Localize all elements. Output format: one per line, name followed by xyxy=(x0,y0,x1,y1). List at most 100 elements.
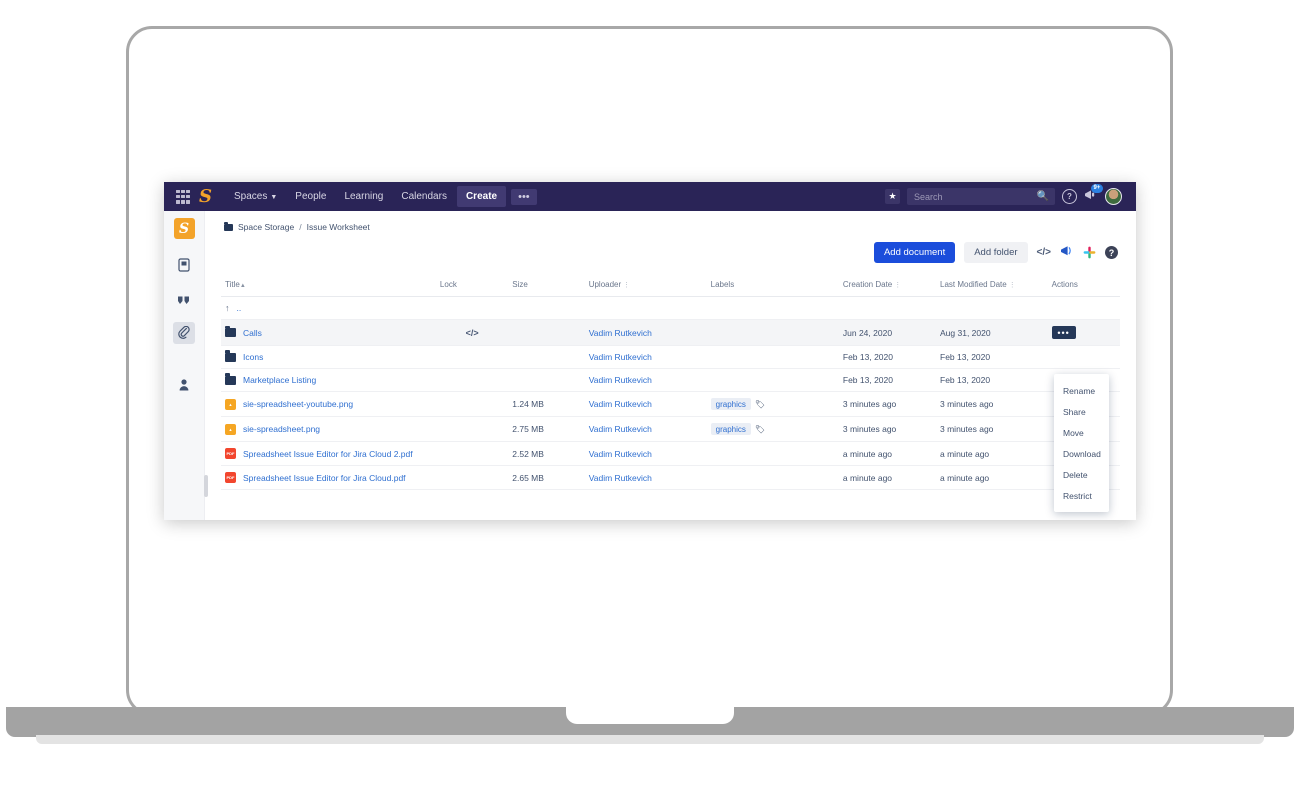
tag-icon[interactable]: 🏷 xyxy=(755,400,765,409)
column-header-last-modified-label: Last Modified Date xyxy=(940,280,1007,289)
megaphone-glyph xyxy=(1060,245,1074,257)
cell-title: PDFSpreadsheet Issue Editor for Jira Clo… xyxy=(221,466,436,490)
nav-more-button[interactable]: ••• xyxy=(511,189,537,205)
brand-logo-icon[interactable]: S xyxy=(199,188,212,206)
cell-creation-date: Feb 13, 2020 xyxy=(839,346,936,369)
uploader-link[interactable]: Vadim Rutkevich xyxy=(589,328,652,338)
column-header-uploader[interactable]: Uploader⋮ xyxy=(585,277,707,297)
laptop-foot xyxy=(36,735,1264,744)
menu-item-restrict[interactable]: Restrict xyxy=(1054,485,1109,506)
table-row[interactable]: PDFSpreadsheet Issue Editor for Jira Clo… xyxy=(221,442,1120,466)
code-brackets-icon[interactable]: </> xyxy=(466,328,479,338)
arrow-up-icon: ↑ xyxy=(225,303,230,313)
code-brackets-icon[interactable]: </> xyxy=(1037,248,1051,258)
notification-badge: 9+ xyxy=(1091,184,1103,193)
column-header-creation-date[interactable]: Creation Date⋮ xyxy=(839,277,936,297)
parent-lock-cell xyxy=(436,297,508,320)
paperclip-icon xyxy=(177,326,191,340)
uploader-link[interactable]: Vadim Rutkevich xyxy=(589,375,652,385)
column-header-last-modified-date[interactable]: Last Modified Date⋮ xyxy=(936,277,1048,297)
menu-item-rename[interactable]: Rename xyxy=(1054,380,1109,401)
file-name-link[interactable]: sie-spreadsheet.png xyxy=(243,424,320,434)
avatar[interactable] xyxy=(1105,188,1122,205)
uploader-link[interactable]: Vadim Rutkevich xyxy=(589,424,652,434)
menu-item-move[interactable]: Move xyxy=(1054,422,1109,443)
label-chip[interactable]: graphics xyxy=(711,398,751,410)
uploader-link[interactable]: Vadim Rutkevich xyxy=(589,473,652,483)
sidebar-item-people[interactable] xyxy=(173,374,195,396)
parent-directory-link[interactable]: ↑ .. xyxy=(225,303,432,313)
row-actions-button[interactable]: ••• xyxy=(1052,326,1076,339)
menu-item-delete[interactable]: Delete xyxy=(1054,464,1109,485)
uploader-link[interactable]: Vadim Rutkevich xyxy=(589,399,652,409)
breadcrumb-current[interactable]: Issue Worksheet xyxy=(307,222,370,232)
notifications-icon[interactable]: 9+ xyxy=(1084,188,1098,206)
cell-uploader: Vadim Rutkevich xyxy=(585,442,707,466)
nav-item-calendars[interactable]: Calendars xyxy=(393,186,455,207)
cell-uploader: Vadim Rutkevich xyxy=(585,392,707,417)
uploader-link[interactable]: Vadim Rutkevich xyxy=(589,352,652,362)
table-row[interactable]: ▲sie-spreadsheet-youtube.png1.24 MBVadim… xyxy=(221,392,1120,417)
content-toolbar: Add document Add folder </> xyxy=(221,242,1120,263)
add-folder-button[interactable]: Add folder xyxy=(964,242,1027,263)
help-circle-icon[interactable]: ? xyxy=(1105,246,1118,259)
sidebar-item-attachments[interactable] xyxy=(173,322,195,344)
cell-lock xyxy=(436,392,508,417)
nav-item-spaces[interactable]: Spaces▼ xyxy=(226,186,285,207)
search-input[interactable] xyxy=(907,191,1036,203)
parent-directory-row[interactable]: ↑ .. xyxy=(221,297,1120,320)
help-icon[interactable]: ? xyxy=(1062,189,1077,204)
column-header-title[interactable]: Title▲ xyxy=(221,277,436,297)
parent-labels-cell xyxy=(707,297,839,320)
nav-item-learning[interactable]: Learning xyxy=(336,186,391,207)
file-name-link[interactable]: Spreadsheet Issue Editor for Jira Cloud.… xyxy=(243,473,406,483)
title-cell-wrapper: ▲sie-spreadsheet.png xyxy=(225,424,432,435)
sort-indicator-icon: ⋮ xyxy=(623,282,630,289)
tag-icon[interactable]: 🏷 xyxy=(755,425,765,434)
file-name-link[interactable]: Marketplace Listing xyxy=(243,375,316,385)
parent-directory-label[interactable]: .. xyxy=(237,303,242,313)
cell-lock xyxy=(436,369,508,392)
parent-created-cell xyxy=(839,297,936,320)
file-name-link[interactable]: sie-spreadsheet-youtube.png xyxy=(243,399,353,409)
label-chip[interactable]: graphics xyxy=(711,423,751,435)
scrollbar-handle[interactable] xyxy=(204,475,208,497)
table-row[interactable]: Calls</>Vadim RutkevichJun 24, 2020Aug 3… xyxy=(221,320,1120,346)
cell-last-modified-date: Feb 13, 2020 xyxy=(936,369,1048,392)
slack-icon[interactable] xyxy=(1083,246,1096,259)
space-logo-icon[interactable]: S xyxy=(174,218,195,239)
file-name-link[interactable]: Calls xyxy=(243,328,262,338)
star-icon[interactable]: ★ xyxy=(885,189,900,204)
cell-labels xyxy=(707,346,839,369)
table-row[interactable]: IconsVadim RutkevichFeb 13, 2020Feb 13, … xyxy=(221,346,1120,369)
search-icon[interactable]: 🔍 xyxy=(1037,191,1049,202)
cell-title: Marketplace Listing xyxy=(221,369,436,392)
parent-uploader-cell xyxy=(585,297,707,320)
file-name-link[interactable]: Spreadsheet Issue Editor for Jira Cloud … xyxy=(243,449,413,459)
column-header-size[interactable]: Size xyxy=(508,277,584,297)
table-row[interactable]: Marketplace Listing Vadim Rutkevich Feb 13… xyxy=(221,369,1120,392)
uploader-link[interactable]: Vadim Rutkevich xyxy=(589,449,652,459)
add-document-button[interactable]: Add document xyxy=(874,242,955,263)
cell-lock xyxy=(436,346,508,369)
nav-item-people[interactable]: People xyxy=(287,186,334,207)
sidebar-item-blog[interactable] xyxy=(173,288,195,310)
file-name-link[interactable]: Icons xyxy=(243,352,263,362)
megaphone-icon[interactable] xyxy=(1060,245,1074,260)
cell-labels xyxy=(707,320,839,346)
cell-labels xyxy=(707,442,839,466)
menu-item-share[interactable]: Share xyxy=(1054,401,1109,422)
cell-size xyxy=(508,320,584,346)
menu-item-download[interactable]: Download xyxy=(1054,443,1109,464)
parent-actions-cell xyxy=(1048,297,1120,320)
breadcrumb-root[interactable]: Space Storage xyxy=(238,222,294,232)
cell-uploader: Vadim Rutkevich xyxy=(585,346,707,369)
column-header-lock[interactable]: Lock xyxy=(436,277,508,297)
table-row[interactable]: PDFSpreadsheet Issue Editor for Jira Clo… xyxy=(221,466,1120,490)
create-button[interactable]: Create xyxy=(457,186,506,207)
app-body: S xyxy=(164,211,1136,520)
grid-apps-icon[interactable] xyxy=(176,190,190,204)
column-header-labels[interactable]: Labels xyxy=(707,277,839,297)
table-row[interactable]: ▲sie-spreadsheet.png2.75 MBVadim Rutkevi… xyxy=(221,417,1120,442)
sidebar-item-pages[interactable] xyxy=(173,254,195,276)
